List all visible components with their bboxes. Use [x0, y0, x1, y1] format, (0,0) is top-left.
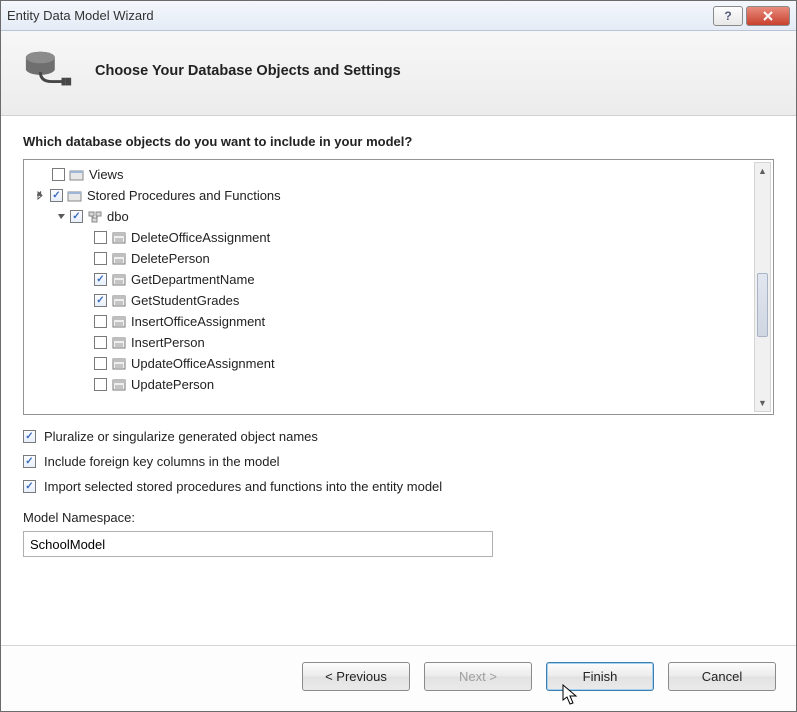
folder-icon	[67, 189, 83, 203]
tree-label: UpdatePerson	[131, 377, 214, 392]
titlebar: Entity Data Model Wizard ?	[1, 1, 796, 31]
tree-label: GetStudentGrades	[131, 293, 239, 308]
tree-item[interactable]: UpdatePerson	[30, 374, 771, 395]
tree-item[interactable]: InsertPerson	[30, 332, 771, 353]
tree-node-stored-procedures[interactable]: ✓ Stored Procedures and Functions	[30, 185, 771, 206]
procedure-icon	[111, 294, 127, 308]
checkbox[interactable]: ✓	[23, 480, 36, 493]
tree-item[interactable]: InsertOfficeAssignment	[30, 311, 771, 332]
tree-label: GetDepartmentName	[131, 272, 255, 287]
folder-icon	[69, 168, 85, 182]
checkbox[interactable]	[94, 378, 107, 391]
option-label: Pluralize or singularize generated objec…	[44, 429, 318, 444]
tree-item[interactable]: ✓ GetStudentGrades	[30, 290, 771, 311]
procedure-icon	[111, 315, 127, 329]
tree-label: InsertPerson	[131, 335, 205, 350]
help-button[interactable]: ?	[713, 6, 743, 26]
option-label: Import selected stored procedures and fu…	[44, 479, 442, 494]
tree-label: DeletePerson	[131, 251, 210, 266]
procedure-icon	[111, 273, 127, 287]
wizard-icon	[23, 49, 75, 93]
vertical-scrollbar[interactable]: ▲ ▼	[754, 162, 771, 412]
close-icon	[762, 11, 774, 21]
checkbox[interactable]	[94, 336, 107, 349]
mouse-cursor	[562, 684, 580, 706]
tree-container: Views ✓ Stored Procedures and Functions …	[23, 159, 774, 415]
procedure-icon	[111, 378, 127, 392]
checkbox[interactable]	[94, 357, 107, 370]
procedure-icon	[111, 336, 127, 350]
tree-node-dbo[interactable]: ✓ dbo	[30, 206, 771, 227]
tree-item[interactable]: DeletePerson	[30, 248, 771, 269]
procedure-icon	[111, 252, 127, 266]
model-namespace-label: Model Namespace:	[23, 510, 774, 525]
options-group: ✓ Pluralize or singularize generated obj…	[23, 429, 774, 494]
previous-button[interactable]: < Previous	[302, 662, 410, 691]
schema-icon	[87, 210, 103, 224]
tree-node-views[interactable]: Views	[30, 164, 771, 185]
scroll-down-icon[interactable]: ▼	[755, 395, 770, 411]
tree-label: Views	[89, 167, 123, 182]
tree-label: dbo	[107, 209, 129, 224]
checkbox[interactable]: ✓	[23, 455, 36, 468]
tree-label: Stored Procedures and Functions	[87, 188, 281, 203]
option-foreign-keys[interactable]: ✓ Include foreign key columns in the mod…	[23, 454, 774, 469]
tree-label: DeleteOfficeAssignment	[131, 230, 270, 245]
window-title: Entity Data Model Wizard	[7, 8, 713, 23]
option-pluralize[interactable]: ✓ Pluralize or singularize generated obj…	[23, 429, 774, 444]
checkbox[interactable]	[52, 168, 65, 181]
checkbox[interactable]: ✓	[70, 210, 83, 223]
tree-label: InsertOfficeAssignment	[131, 314, 265, 329]
wizard-header: Choose Your Database Objects and Setting…	[1, 31, 796, 116]
checkbox[interactable]: ✓	[50, 189, 63, 202]
option-import-sprocs[interactable]: ✓ Import selected stored procedures and …	[23, 479, 774, 494]
close-button[interactable]	[746, 6, 790, 26]
checkbox[interactable]: ✓	[94, 294, 107, 307]
tree-label: UpdateOfficeAssignment	[131, 356, 275, 371]
checkbox[interactable]	[94, 231, 107, 244]
expander-icon[interactable]	[38, 170, 48, 180]
scroll-thumb[interactable]	[757, 273, 768, 337]
checkbox[interactable]: ✓	[23, 430, 36, 443]
next-button: Next >	[424, 662, 532, 691]
checkbox[interactable]	[94, 315, 107, 328]
titlebar-buttons: ?	[713, 6, 790, 26]
checkbox[interactable]	[94, 252, 107, 265]
tree-item[interactable]: DeleteOfficeAssignment	[30, 227, 771, 248]
prompt-label: Which database objects do you want to in…	[23, 134, 774, 149]
scroll-up-icon[interactable]: ▲	[755, 163, 770, 179]
tree[interactable]: Views ✓ Stored Procedures and Functions …	[24, 160, 773, 414]
wizard-step-title: Choose Your Database Objects and Setting…	[95, 63, 401, 79]
checkbox[interactable]: ✓	[94, 273, 107, 286]
button-bar: < Previous Next > Finish Cancel	[1, 645, 796, 711]
option-label: Include foreign key columns in the model	[44, 454, 280, 469]
procedure-icon	[111, 231, 127, 245]
expander-collapsed-icon[interactable]	[36, 191, 46, 201]
model-namespace-input[interactable]	[23, 531, 493, 557]
cancel-button[interactable]: Cancel	[668, 662, 776, 691]
expander-expanded-icon[interactable]	[56, 212, 66, 222]
content-area: Which database objects do you want to in…	[1, 116, 796, 645]
procedure-icon	[111, 357, 127, 371]
tree-item[interactable]: UpdateOfficeAssignment	[30, 353, 771, 374]
tree-item[interactable]: ✓ GetDepartmentName	[30, 269, 771, 290]
wizard-window: Entity Data Model Wizard ? Choose Your D…	[0, 0, 797, 712]
